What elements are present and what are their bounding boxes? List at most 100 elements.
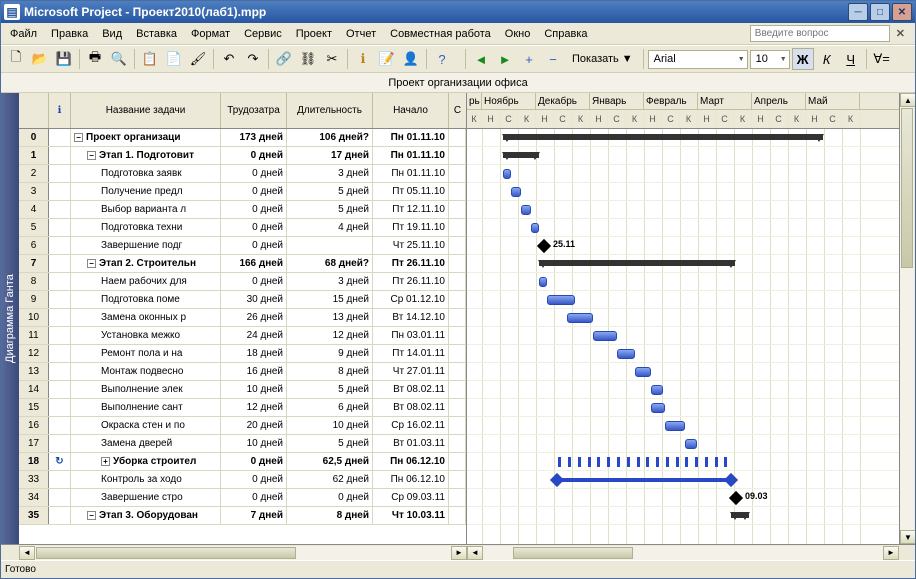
work-cell[interactable]: 0 дней (221, 219, 287, 236)
duration-cell[interactable]: 62,5 дней (287, 453, 373, 470)
task-name-cell[interactable]: Получение предл (71, 183, 221, 200)
row-id[interactable]: 1 (19, 147, 49, 164)
row-id[interactable]: 11 (19, 327, 49, 344)
start-cell[interactable]: Вт 01.03.11 (373, 435, 449, 452)
work-cell[interactable]: 26 дней (221, 309, 287, 326)
row-id[interactable]: 34 (19, 489, 49, 506)
help-search-input[interactable] (750, 25, 890, 42)
task-bar[interactable] (521, 205, 531, 215)
outdent-button[interactable]: ◄ (470, 48, 492, 70)
duration-cell[interactable]: 10 дней (287, 417, 373, 434)
row-id[interactable]: 18 (19, 453, 49, 470)
work-cell[interactable]: 7 дней (221, 507, 287, 524)
duration-cell[interactable]: 3 дней (287, 165, 373, 182)
table-row[interactable]: 34Завершение стро0 дней0 днейСр 09.03.11 (19, 489, 466, 507)
month-header[interactable]: Апрель (752, 93, 806, 109)
start-cell[interactable]: Пн 01.11.10 (373, 129, 449, 146)
duration-cell[interactable]: 8 дней (287, 363, 373, 380)
task-bar[interactable] (503, 169, 511, 179)
menu-view[interactable]: Вид (95, 26, 129, 42)
task-bar[interactable] (547, 295, 575, 305)
menu-project[interactable]: Проект (289, 26, 339, 42)
bold-button[interactable]: Ж (792, 48, 814, 70)
menu-window[interactable]: Окно (498, 26, 538, 42)
month-header[interactable]: Март (698, 93, 752, 109)
row-id[interactable]: 0 (19, 129, 49, 146)
row-id[interactable]: 7 (19, 255, 49, 272)
table-row[interactable]: 16Окраска стен и по20 дней10 днейСр 16.0… (19, 417, 466, 435)
work-cell[interactable]: 12 дней (221, 399, 287, 416)
task-name-cell[interactable]: Подготовка заявк (71, 165, 221, 182)
task-name-cell[interactable]: Окраска стен и по (71, 417, 221, 434)
task-name-cell[interactable]: Выбор варианта л (71, 201, 221, 218)
start-cell[interactable]: Пт 26.11.10 (373, 273, 449, 290)
note-button[interactable]: 📝 (376, 48, 398, 70)
expand-icon[interactable]: − (87, 511, 96, 520)
scroll-right-button[interactable]: ► (451, 546, 467, 560)
show-subtasks-button[interactable]: + (518, 48, 540, 70)
task-name-cell[interactable]: Подготовка техни (71, 219, 221, 236)
start-cell[interactable]: Пн 06.12.10 (373, 471, 449, 488)
task-name-cell[interactable]: Замена оконных р (71, 309, 221, 326)
start-cell[interactable]: Ср 09.03.11 (373, 489, 449, 506)
col-dur[interactable]: Длительность (287, 93, 373, 128)
work-cell[interactable]: 16 дней (221, 363, 287, 380)
work-cell[interactable]: 0 дней (221, 237, 287, 254)
month-header[interactable]: Май (806, 93, 860, 109)
task-bar[interactable] (651, 385, 663, 395)
work-cell[interactable]: 0 дней (221, 183, 287, 200)
table-row[interactable]: 5Подготовка техни0 дней4 днейПт 19.11.10 (19, 219, 466, 237)
task-name-cell[interactable]: Контроль за ходо (71, 471, 221, 488)
work-cell[interactable]: 166 дней (221, 255, 287, 272)
row-id[interactable]: 5 (19, 219, 49, 236)
redo-button[interactable]: ↷ (242, 48, 264, 70)
expand-icon[interactable]: − (87, 151, 96, 160)
row-id[interactable]: 35 (19, 507, 49, 524)
milestone-diamond[interactable] (537, 239, 551, 253)
menu-report[interactable]: Отчет (339, 26, 383, 42)
help-button[interactable]: ? (431, 48, 453, 70)
task-bar[interactable] (685, 439, 697, 449)
summary-bar[interactable] (539, 260, 735, 266)
info-button[interactable]: ℹ (352, 48, 374, 70)
summary-bar[interactable] (503, 134, 823, 140)
row-id[interactable]: 8 (19, 273, 49, 290)
task-name-cell[interactable]: Наем рабочих для (71, 273, 221, 290)
task-bar[interactable] (511, 187, 521, 197)
task-name-cell[interactable]: Установка межко (71, 327, 221, 344)
gantt-hscroll[interactable]: ◄ ► (467, 545, 899, 560)
indent-button[interactable]: ► (494, 48, 516, 70)
row-id[interactable]: 3 (19, 183, 49, 200)
gantt-scroll-right-button[interactable]: ► (883, 546, 899, 560)
new-button[interactable]: 🗋 (5, 48, 27, 70)
start-cell[interactable]: Чт 10.03.11 (373, 507, 449, 524)
duration-cell[interactable]: 5 дней (287, 435, 373, 452)
menu-insert[interactable]: Вставка (129, 26, 184, 42)
summary-bar[interactable] (731, 512, 749, 518)
month-header[interactable]: рь (467, 93, 482, 109)
menu-help[interactable]: Справка (537, 26, 594, 42)
task-name-cell[interactable]: −Этап 1. Подготовит (71, 147, 221, 164)
start-cell[interactable]: Чт 25.11.10 (373, 237, 449, 254)
duration-cell[interactable]: 5 дней (287, 201, 373, 218)
menu-tools[interactable]: Сервис (237, 26, 289, 42)
table-row[interactable]: 12Ремонт пола и на18 дней9 днейПт 14.01.… (19, 345, 466, 363)
task-name-cell[interactable]: Ремонт пола и на (71, 345, 221, 362)
task-bar[interactable] (593, 331, 617, 341)
task-bar[interactable] (651, 403, 665, 413)
underline-button[interactable]: Ч (840, 48, 862, 70)
duration-cell[interactable]: 5 дней (287, 183, 373, 200)
start-cell[interactable]: Пт 26.11.10 (373, 255, 449, 272)
work-cell[interactable]: 10 дней (221, 381, 287, 398)
table-row[interactable]: 35−Этап 3. Оборудован7 дней8 днейЧт 10.0… (19, 507, 466, 525)
work-cell[interactable]: 30 дней (221, 291, 287, 308)
font-dropdown[interactable]: Arial▼ (648, 50, 748, 69)
preview-button[interactable]: 🔍 (108, 48, 130, 70)
task-bar[interactable] (539, 277, 547, 287)
start-cell[interactable]: Вт 08.02.11 (373, 381, 449, 398)
expand-icon[interactable]: − (74, 133, 83, 142)
task-bar[interactable] (531, 223, 539, 233)
table-row[interactable]: 9Подготовка поме30 дней15 днейСр 01.12.1… (19, 291, 466, 309)
start-cell[interactable]: Ср 01.12.10 (373, 291, 449, 308)
show-dropdown[interactable]: Показать▼ (566, 48, 639, 70)
